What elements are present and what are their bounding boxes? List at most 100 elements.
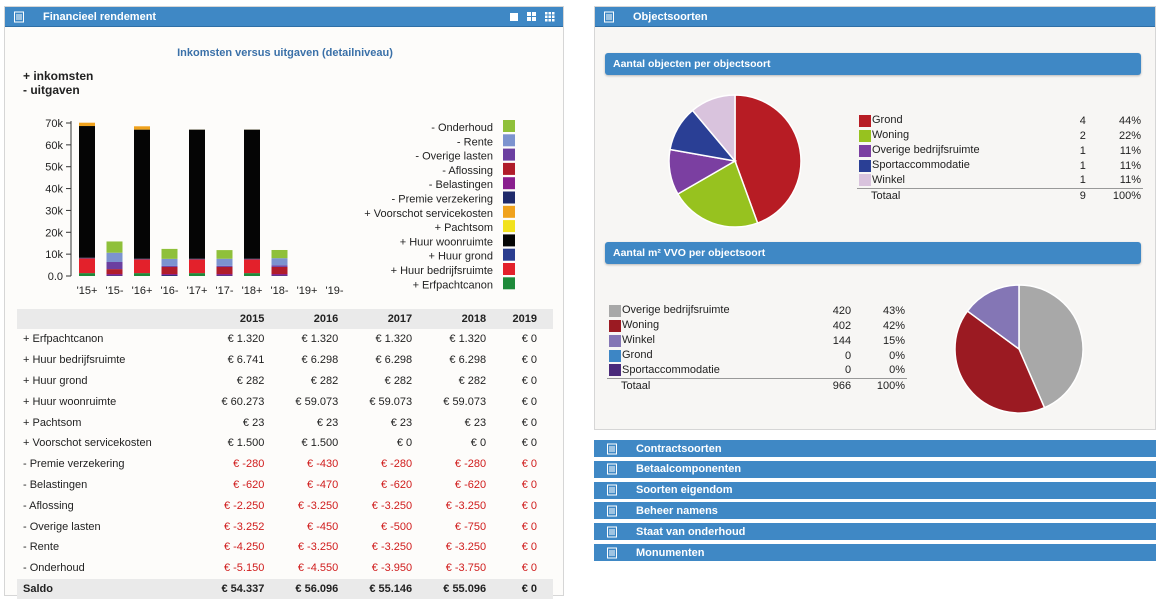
legend-row[interactable]: Winkel111% xyxy=(857,173,1143,188)
chart-legend-label[interactable]: - Onderhoud xyxy=(431,122,493,134)
chart-legend-label[interactable]: + Voorschot servicekosten xyxy=(364,208,493,220)
table-cell: € 59.073 xyxy=(354,391,428,412)
bar-segment[interactable] xyxy=(189,259,205,273)
collapsed-panel-betaalcomponenten[interactable]: Betaalcomponenten xyxy=(594,461,1156,480)
bar-segment[interactable] xyxy=(272,265,288,267)
x-tick-label: '18+ xyxy=(242,285,263,297)
legend-count: 1 xyxy=(1071,158,1088,173)
bar-segment[interactable] xyxy=(217,275,233,276)
table-cell: € -4.550 xyxy=(280,558,354,579)
bar-segment[interactable] xyxy=(162,249,178,259)
bar-segment[interactable] xyxy=(107,241,123,252)
table-cell: € -3.250 xyxy=(354,495,428,516)
bar-segment[interactable] xyxy=(162,274,178,275)
chart-legend-label[interactable]: - Rente xyxy=(457,136,493,148)
bar-segment[interactable] xyxy=(217,267,233,274)
bar-segment[interactable] xyxy=(134,130,150,259)
bar-segment[interactable] xyxy=(189,259,205,260)
bar-segment[interactable] xyxy=(107,269,123,274)
bar-segment[interactable] xyxy=(244,130,260,259)
legend-row[interactable]: Woning222% xyxy=(857,128,1143,143)
bar-segment[interactable] xyxy=(244,259,260,260)
bar-segment[interactable] xyxy=(107,275,123,276)
legend-percent: 43% xyxy=(853,303,907,318)
legend-row[interactable]: Winkel14415% xyxy=(607,333,907,348)
bar-segment[interactable] xyxy=(134,273,150,276)
legend-percent: 11% xyxy=(1088,173,1143,188)
bar-segment[interactable] xyxy=(272,274,288,275)
collapsed-panel-title: Staat van onderhoud xyxy=(636,526,745,538)
bar-segment[interactable] xyxy=(107,274,123,275)
column-header: 2019 xyxy=(502,309,553,329)
chart-legend-label[interactable]: - Aflossing xyxy=(442,165,493,177)
legend-uitgaven[interactable]: - uitgaven xyxy=(23,83,93,97)
bar-segment[interactable] xyxy=(162,266,178,267)
chart-legend-label[interactable]: + Pachtsom xyxy=(435,222,493,234)
bar-segment[interactable] xyxy=(79,123,95,126)
collapsed-panel-monumenten[interactable]: Monumenten xyxy=(594,544,1156,563)
chart-legend-label[interactable]: + Huur woonruimte xyxy=(400,236,493,248)
bar-segment[interactable] xyxy=(79,258,95,273)
bar-segment[interactable] xyxy=(79,126,95,258)
bar-segment[interactable] xyxy=(272,250,288,258)
bar-segment[interactable] xyxy=(79,273,95,276)
bar-segment[interactable] xyxy=(189,130,205,259)
legend-row[interactable]: Overige bedrijfsruimte42043% xyxy=(607,303,907,318)
legend-row[interactable]: Overige bedrijfsruimte111% xyxy=(857,143,1143,158)
bar-segment[interactable] xyxy=(162,267,178,274)
legend-row[interactable]: Grond00% xyxy=(607,348,907,363)
bar-segment[interactable] xyxy=(189,273,205,276)
collapsed-panel-soorten-eigendom[interactable]: Soorten eigendom xyxy=(594,482,1156,501)
legend-count: 1 xyxy=(1071,143,1088,158)
bar-segment[interactable] xyxy=(162,259,178,266)
bar-segment[interactable] xyxy=(107,262,123,269)
chart-legend-label[interactable]: - Premie verzekering xyxy=(392,194,493,206)
table-cell: € -3.250 xyxy=(280,495,354,516)
collapsed-panel-beheer-namens[interactable]: Beheer namens xyxy=(594,502,1156,521)
bar-segment[interactable] xyxy=(134,126,150,129)
y-tick-label: 70k xyxy=(45,118,63,130)
table-row: - Aflossing€ -2.250€ -3.250€ -3.250€ -3.… xyxy=(17,495,553,516)
chart-legend-label[interactable]: + Huur grond xyxy=(428,251,493,263)
collapsed-panel-staat-van-onderhoud[interactable]: Staat van onderhoud xyxy=(594,523,1156,542)
legend-label: Sportaccommodatie xyxy=(872,159,970,171)
chart-legend-label[interactable]: - Overige lasten xyxy=(415,151,493,163)
bar-segment[interactable] xyxy=(244,273,260,276)
chart-legend-label[interactable]: + Erfpachtcanon xyxy=(413,279,493,291)
bar-segment[interactable] xyxy=(134,259,150,273)
grid-9-icon[interactable] xyxy=(545,12,555,22)
bar-segment[interactable] xyxy=(272,267,288,274)
bar-segment[interactable] xyxy=(134,259,150,260)
legend-row[interactable]: Woning40242% xyxy=(607,318,907,333)
table-row: - Rente€ -4.250€ -3.250€ -3.250€ -3.250€… xyxy=(17,537,553,558)
bar-segment[interactable] xyxy=(217,250,233,259)
single-view-icon[interactable] xyxy=(509,12,519,22)
bar-segment[interactable] xyxy=(217,259,233,266)
chart-legend-swatch xyxy=(503,177,515,189)
bar-segment[interactable] xyxy=(162,275,178,276)
bar-segment[interactable] xyxy=(217,266,233,267)
chart-legend-label[interactable]: - Belastingen xyxy=(429,179,493,191)
y-tick-label: 10k xyxy=(45,249,63,261)
column-header: 2018 xyxy=(428,309,502,329)
bar-segment[interactable] xyxy=(244,259,260,273)
total-value: 966 xyxy=(816,378,853,393)
bar-segment[interactable] xyxy=(79,258,95,259)
legend-row[interactable]: Sportaccommodatie00% xyxy=(607,363,907,378)
legend-row[interactable]: Grond444% xyxy=(857,113,1143,128)
bar-segment[interactable] xyxy=(272,258,288,265)
legend-row[interactable]: Sportaccommodatie111% xyxy=(857,158,1143,173)
bar-segment[interactable] xyxy=(272,275,288,276)
grid-4-icon[interactable] xyxy=(527,12,537,22)
document-icon xyxy=(606,463,618,475)
chart-legend-label[interactable]: + Huur bedrijfsruimte xyxy=(391,265,493,277)
bar-segment[interactable] xyxy=(217,274,233,275)
collapsed-panel-contractsoorten[interactable]: Contractsoorten xyxy=(594,440,1156,459)
legend-swatch xyxy=(859,115,871,127)
row-label: + Huur bedrijfsruimte xyxy=(17,350,206,371)
x-tick-label: '19+ xyxy=(297,285,318,297)
bar-segment[interactable] xyxy=(107,253,123,262)
legend-inkomsten[interactable]: + inkomsten xyxy=(23,69,93,83)
legend-total-row: Totaal9100% xyxy=(857,188,1143,203)
x-tick-label: '18- xyxy=(271,285,289,297)
